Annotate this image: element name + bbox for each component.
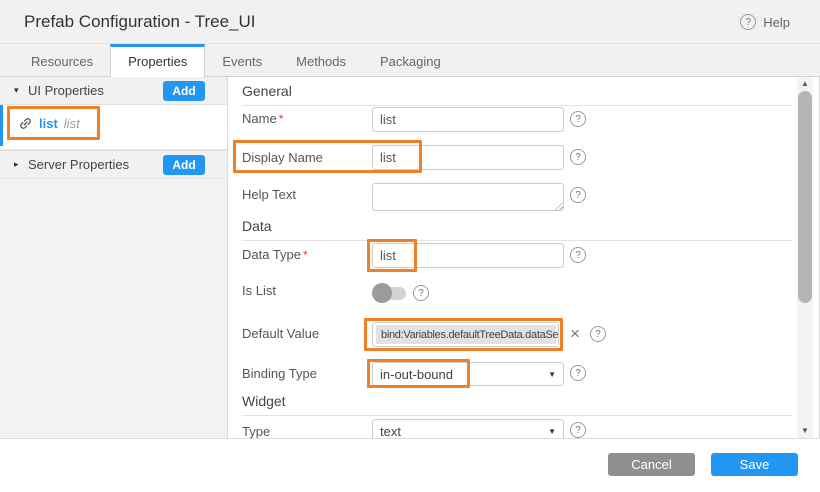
properties-sidebar: ▾ UI Properties Add list list ▸ Server P… xyxy=(0,77,228,438)
help-link[interactable]: ? Help xyxy=(740,0,790,44)
type-label: Type xyxy=(242,424,270,438)
binding-type-help-icon[interactable]: ? xyxy=(570,365,586,381)
data-type-input[interactable] xyxy=(372,243,564,268)
data-type-label: Data Type* xyxy=(242,247,308,262)
server-properties-header[interactable]: ▸ Server Properties Add xyxy=(0,150,227,179)
data-type-help-icon[interactable]: ? xyxy=(570,247,586,263)
expanded-triangle-icon: ▾ xyxy=(14,85,28,96)
help-text-help-icon[interactable]: ? xyxy=(570,187,586,203)
is-list-help-icon[interactable]: ? xyxy=(413,285,429,301)
binding-type-label: Binding Type xyxy=(242,366,317,381)
help-label: Help xyxy=(763,15,790,30)
properties-form: General Name* ? Display Name ? Help Text… xyxy=(229,77,799,438)
default-value-input[interactable]: bind:Variables.defaultTreeData.dataSet xyxy=(372,322,559,347)
tab-bar: Resources Properties Events Methods Pack… xyxy=(0,44,820,77)
ui-properties-panel: list list xyxy=(0,105,227,150)
help-text-label: Help Text xyxy=(242,187,296,202)
binding-type-value: in-out-bound xyxy=(380,367,548,382)
name-label: Name* xyxy=(242,111,283,126)
ui-properties-label: UI Properties xyxy=(28,83,163,98)
scrollbar-thumb[interactable] xyxy=(798,91,812,303)
help-text-textarea[interactable] xyxy=(372,183,564,211)
section-heading-widget: Widget xyxy=(242,393,792,416)
title-bar: Prefab Configuration - Tree_UI ? Help xyxy=(0,0,820,44)
add-ui-property-button[interactable]: Add xyxy=(163,81,205,101)
add-server-property-button[interactable]: Add xyxy=(163,155,205,175)
cancel-button[interactable]: Cancel xyxy=(608,453,695,476)
ui-properties-header[interactable]: ▾ UI Properties Add xyxy=(0,77,227,105)
default-value-binding-chip: bind:Variables.defaultTreeData.dataSet xyxy=(376,325,556,344)
section-heading-data: Data xyxy=(242,218,792,241)
bind-link-icon xyxy=(15,113,36,134)
required-asterisk: * xyxy=(279,112,284,126)
display-name-input[interactable] xyxy=(372,145,564,170)
name-input[interactable] xyxy=(372,107,564,132)
dropdown-arrow-icon: ▼ xyxy=(548,370,556,379)
help-circle-icon: ? xyxy=(740,14,756,30)
page-title: Prefab Configuration - Tree_UI xyxy=(24,0,256,44)
scroll-up-arrow-icon[interactable]: ▲ xyxy=(797,77,813,91)
tab-packaging[interactable]: Packaging xyxy=(363,44,458,76)
type-select[interactable]: text ▼ xyxy=(372,419,564,438)
required-asterisk: * xyxy=(303,248,308,262)
server-properties-label: Server Properties xyxy=(28,157,163,172)
property-item-type: list xyxy=(64,116,80,131)
toggle-knob xyxy=(372,283,392,303)
is-list-toggle[interactable] xyxy=(372,283,408,303)
dialog-footer: Cancel Save xyxy=(0,438,820,492)
display-name-label: Display Name xyxy=(242,150,323,165)
tab-methods[interactable]: Methods xyxy=(279,44,363,76)
vertical-scrollbar[interactable]: ▲ ▼ xyxy=(797,77,813,438)
property-item-name: list xyxy=(39,116,58,131)
clear-binding-icon[interactable]: × xyxy=(567,326,583,342)
name-help-icon[interactable]: ? xyxy=(570,111,586,127)
binding-type-select[interactable]: in-out-bound ▼ xyxy=(372,362,564,386)
is-list-label: Is List xyxy=(242,283,276,298)
type-value: text xyxy=(380,424,548,439)
type-help-icon[interactable]: ? xyxy=(570,422,586,438)
default-value-label: Default Value xyxy=(242,326,319,341)
default-value-help-icon[interactable]: ? xyxy=(590,326,606,342)
section-heading-general: General xyxy=(242,83,792,106)
collapsed-triangle-icon: ▸ xyxy=(14,159,28,170)
save-button[interactable]: Save xyxy=(711,453,798,476)
prefab-configuration-dialog: Prefab Configuration - Tree_UI ? Help Re… xyxy=(0,0,820,492)
tab-properties[interactable]: Properties xyxy=(110,44,205,78)
dropdown-arrow-icon: ▼ xyxy=(548,427,556,436)
tab-resources[interactable]: Resources xyxy=(14,44,110,76)
property-item-list[interactable]: list list xyxy=(0,105,227,142)
scroll-down-arrow-icon[interactable]: ▼ xyxy=(797,424,813,438)
display-name-help-icon[interactable]: ? xyxy=(570,149,586,165)
tab-events[interactable]: Events xyxy=(205,44,279,76)
